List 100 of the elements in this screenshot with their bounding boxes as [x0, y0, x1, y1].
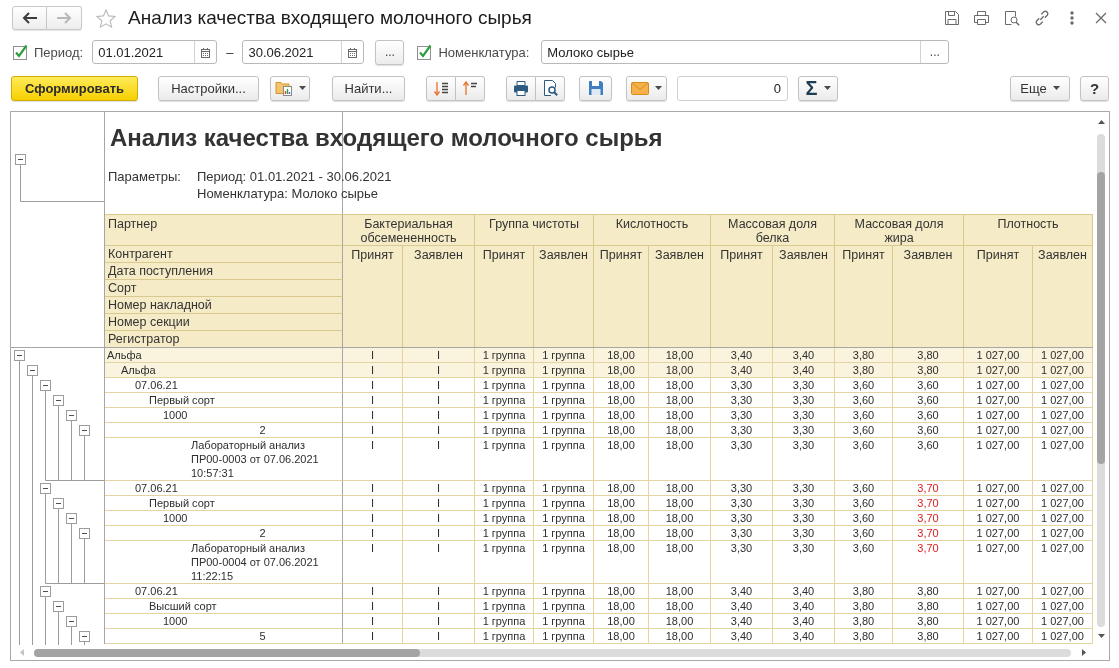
calendar-icon[interactable] [200, 46, 212, 58]
minus-square-icon[interactable] [66, 513, 77, 524]
toolbar-button[interactable] [426, 75, 456, 101]
minus-square-icon[interactable] [53, 601, 64, 612]
row-label: 5 [105, 629, 343, 644]
table-cell: I [343, 363, 403, 378]
horizontal-scrollbar[interactable] [34, 648, 1071, 657]
help-button[interactable]: ? [1080, 75, 1109, 101]
column-header: Массовая доля жира [835, 214, 964, 246]
table-cell: I [343, 378, 403, 393]
minus-square-icon[interactable] [40, 380, 51, 391]
checkbox[interactable] [12, 44, 28, 60]
table-cell: 3,30 [773, 541, 835, 584]
row-header: Номер секции [105, 314, 343, 331]
column-header: Заявлен [893, 246, 964, 347]
table-cell: 1 группа [475, 614, 534, 629]
date-field[interactable]: 01.01.2021 [92, 40, 218, 64]
table-cell: 1 027,00 [1033, 408, 1093, 423]
minus-square-icon[interactable] [79, 631, 90, 642]
table-cell: 18,00 [594, 348, 649, 363]
checkbox[interactable] [416, 44, 433, 60]
table-cell: 1 027,00 [1033, 629, 1093, 644]
preview-button[interactable] [536, 75, 565, 101]
table-cell: 3,60 [835, 393, 893, 408]
minus-square-icon[interactable] [79, 528, 90, 539]
table-cell: 3,60 [893, 438, 964, 481]
table-cell: I [403, 541, 475, 584]
table-cell: 1 027,00 [964, 378, 1033, 393]
table-cell: 3,80 [893, 629, 964, 644]
printer-icon[interactable] [973, 10, 990, 26]
settings-button[interactable]: Настройки... [158, 75, 259, 101]
table-cell: 18,00 [649, 496, 711, 511]
print-button[interactable] [506, 75, 536, 101]
table-cell: 1 027,00 [964, 511, 1033, 526]
generate-button[interactable]: Сформировать [11, 75, 138, 101]
table-cell: 1 группа [475, 599, 534, 614]
table-cell: 3,30 [711, 481, 773, 496]
table-cell: 1 группа [475, 629, 534, 644]
minus-square-icon[interactable] [53, 395, 64, 406]
row-header: Дата поступления [105, 263, 343, 280]
find-button[interactable]: Найти... [332, 75, 405, 101]
variant-button[interactable] [270, 75, 310, 101]
save-icon [587, 80, 604, 96]
more-icon[interactable] [1070, 10, 1074, 26]
minus-square-icon[interactable] [40, 483, 51, 494]
sum-button[interactable]: Σ [798, 75, 838, 101]
table-cell: 18,00 [649, 511, 711, 526]
row-label: 07.06.21 [105, 378, 343, 393]
minus-square-icon[interactable] [15, 154, 26, 165]
vertical-scrollbar[interactable] [1097, 134, 1105, 627]
minus-square-icon[interactable] [66, 410, 77, 421]
scrollbar-thumb[interactable] [34, 648, 420, 657]
table-cell: 18,00 [649, 423, 711, 438]
date-field[interactable]: 30.06.2021 [242, 40, 365, 64]
scrollbar-thumb[interactable] [1097, 172, 1105, 464]
caret-icon [823, 86, 831, 90]
table-cell: 1 группа [534, 614, 594, 629]
more-button[interactable]: Еще [1010, 75, 1070, 101]
back-button[interactable] [12, 6, 47, 30]
minus-square-icon[interactable] [79, 425, 90, 436]
table-cell: 1 группа [534, 378, 594, 393]
table-cell: 1 027,00 [964, 496, 1033, 511]
table-cell: 18,00 [594, 408, 649, 423]
column-header: Принят [964, 246, 1033, 347]
down-arrow-icon[interactable] [1097, 634, 1105, 638]
table-cell: 3,30 [773, 393, 835, 408]
table-cell: 3,60 [835, 408, 893, 423]
choose-button[interactable]: ... [920, 41, 949, 63]
column-header: Принят [475, 246, 534, 347]
minus-square-icon[interactable] [40, 586, 51, 597]
save-button[interactable] [579, 75, 612, 101]
input-field[interactable]: Молоко сырье ... [541, 40, 950, 64]
table-cell: 3,30 [773, 526, 835, 541]
minus-square-icon[interactable] [14, 350, 25, 361]
table-cell: 3,80 [835, 348, 893, 363]
number-field[interactable]: 0 [677, 75, 788, 101]
send-button[interactable] [626, 75, 667, 101]
minus-square-icon[interactable] [53, 498, 64, 509]
table-cell: 3,30 [773, 378, 835, 393]
table-cell: 1 группа [534, 541, 594, 584]
column-header: Заявлен [534, 246, 594, 347]
save-icon[interactable] [944, 10, 960, 26]
table-cell: 3,80 [835, 629, 893, 644]
table-cell: 1 027,00 [964, 438, 1033, 481]
minus-square-icon[interactable] [27, 365, 38, 376]
up-arrow-icon[interactable] [1097, 120, 1105, 124]
table-cell: 18,00 [649, 526, 711, 541]
right-arrow-icon [56, 11, 72, 25]
print-preview-icon[interactable] [1004, 10, 1020, 26]
parameter-text: Номенклатура: Молоко сырье [197, 186, 379, 202]
choose-button[interactable]: ... [375, 39, 405, 65]
minus-square-icon[interactable] [66, 616, 77, 627]
table-cell: 3,40 [773, 629, 835, 644]
calendar-icon[interactable] [347, 46, 359, 58]
right-arrow-icon[interactable] [1082, 649, 1086, 656]
close-icon[interactable] [1095, 12, 1107, 24]
table-cell: 1 027,00 [964, 393, 1033, 408]
link-icon[interactable] [1034, 10, 1050, 26]
star-icon[interactable] [96, 8, 116, 28]
table-cell: 1 027,00 [1033, 584, 1093, 599]
